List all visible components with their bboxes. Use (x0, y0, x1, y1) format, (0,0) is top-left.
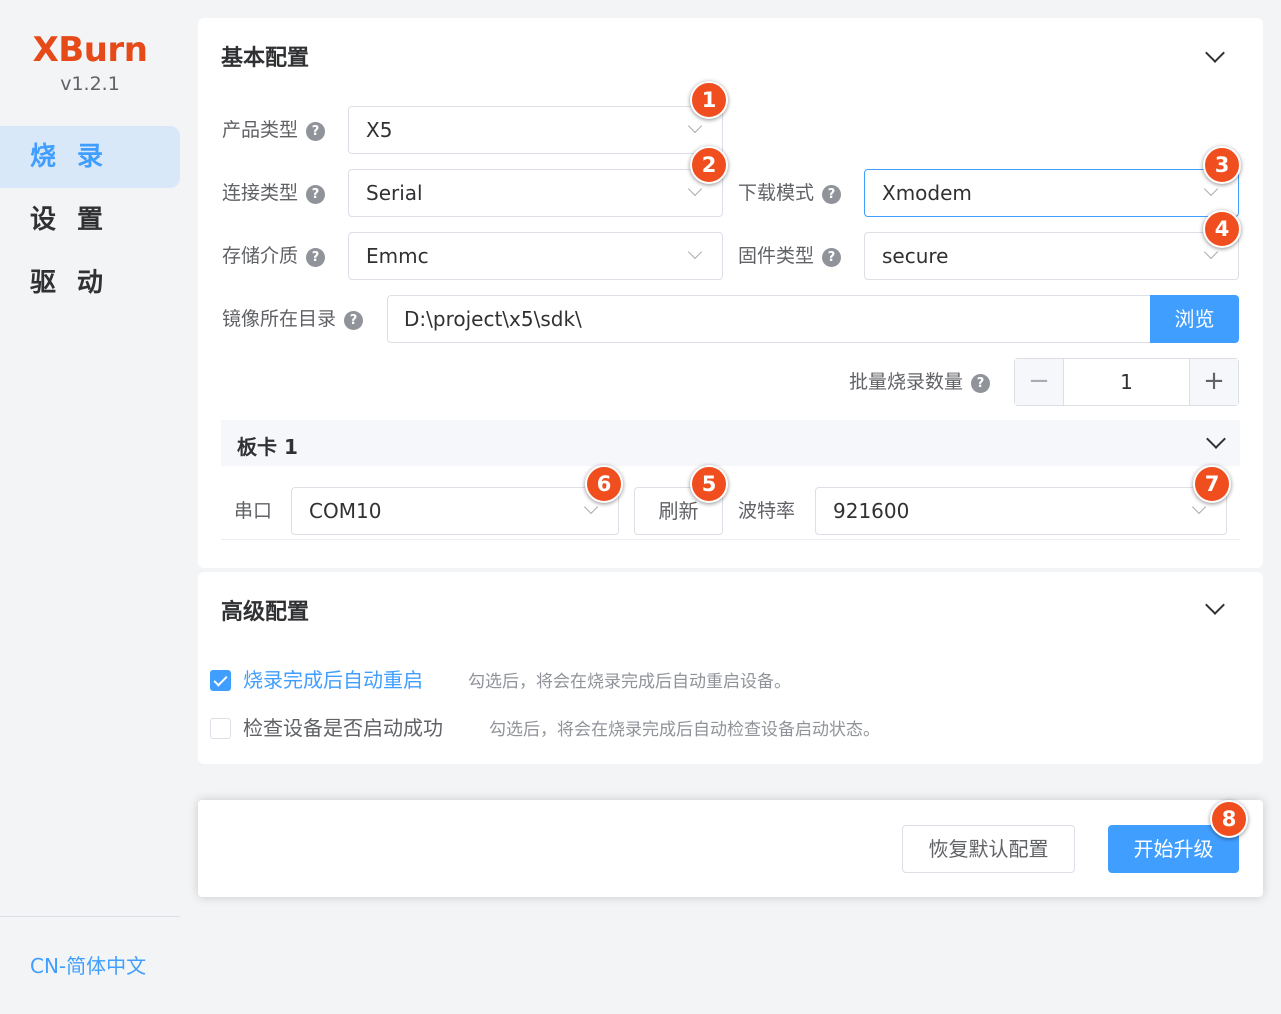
baud-rate-label: 波特率 (738, 500, 796, 522)
help-icon[interactable]: ? (306, 122, 326, 141)
help-icon[interactable]: ? (344, 311, 364, 330)
annotation-badge: 1 (690, 81, 728, 119)
product-type-label: 产品类型? (222, 117, 326, 143)
basic-config-title: 基本配置 (221, 46, 310, 71)
firmware-type-label: 固件类型? (738, 243, 842, 269)
download-mode-label: 下载模式? (738, 180, 842, 206)
collapse-chevron-icon[interactable] (1205, 595, 1225, 615)
browse-button[interactable]: 浏览 (1150, 295, 1239, 343)
language-switch[interactable]: CN-简体中文 (30, 952, 146, 980)
check-boot-checkbox[interactable] (210, 718, 231, 739)
collapse-chevron-icon[interactable] (1205, 43, 1225, 63)
sidebar-item-burn[interactable]: 烧 录 (0, 126, 180, 188)
help-icon[interactable]: ? (822, 185, 842, 204)
collapse-chevron-icon[interactable] (1206, 429, 1226, 449)
app-version: v1.2.1 (60, 73, 120, 95)
download-mode-select[interactable]: Xmodem (864, 169, 1239, 217)
help-icon[interactable]: ? (971, 374, 991, 393)
chevron-down-icon (583, 499, 599, 515)
help-icon[interactable]: ? (306, 185, 326, 204)
storage-select[interactable]: Emmc (348, 232, 723, 280)
chevron-down-icon (687, 244, 703, 260)
annotation-badge: 8 (1210, 800, 1248, 838)
sidebar-item-driver[interactable]: 驱 动 (0, 252, 180, 314)
serial-port-select[interactable]: COM10 (291, 487, 619, 535)
check-boot-label[interactable]: 检查设备是否启动成功 (243, 714, 443, 742)
board-title: 板卡 1 (237, 435, 298, 459)
sidebar: XBurn v1.2.1 烧 录 设 置 驱 动 CN-简体中文 (0, 0, 180, 1014)
annotation-badge: 5 (690, 465, 728, 503)
annotation-badge: 2 (690, 146, 728, 184)
sidebar-item-settings[interactable]: 设 置 (0, 189, 180, 251)
chevron-down-icon (1203, 181, 1219, 197)
increment-button[interactable]: + (1189, 359, 1238, 405)
storage-label: 存储介质? (222, 243, 326, 269)
batch-count-value[interactable]: 1 (1064, 359, 1189, 405)
check-boot-description: 勾选后，将会在烧录完成后自动检查设备启动状态。 (489, 720, 880, 740)
advanced-config-title: 高级配置 (221, 600, 310, 625)
decrement-button[interactable]: − (1015, 359, 1064, 405)
connection-type-select[interactable]: Serial (348, 169, 723, 217)
connection-type-label: 连接类型? (222, 180, 326, 206)
batch-count-label: 批量烧录数量? (849, 369, 991, 395)
reset-defaults-button[interactable]: 恢复默认配置 (902, 825, 1075, 873)
chevron-down-icon (687, 118, 703, 134)
baud-rate-select[interactable]: 921600 (815, 487, 1227, 535)
image-dir-input[interactable]: D:\project\x5\sdk\ (387, 295, 1151, 343)
auto-reboot-label[interactable]: 烧录完成后自动重启 (243, 666, 423, 694)
firmware-type-select[interactable]: secure (864, 232, 1239, 280)
serial-port-label: 串口 (234, 500, 273, 522)
annotation-badge: 7 (1193, 465, 1231, 503)
help-icon[interactable]: ? (306, 248, 326, 267)
chevron-down-icon (687, 181, 703, 197)
annotation-badge: 6 (585, 465, 623, 503)
annotation-badge: 3 (1203, 146, 1241, 184)
image-dir-label: 镜像所在目录? (222, 306, 364, 332)
annotation-badge: 4 (1203, 210, 1241, 248)
chevron-down-icon (1191, 499, 1207, 515)
help-icon[interactable]: ? (822, 248, 842, 267)
product-type-select[interactable]: X5 (348, 106, 723, 154)
app-logo: XBurn (32, 30, 148, 70)
sidebar-divider (0, 916, 180, 917)
board-header[interactable]: 板卡 1 (221, 420, 1240, 466)
action-bar (198, 800, 1263, 897)
batch-count-stepper[interactable]: − 1 + (1014, 358, 1239, 406)
auto-reboot-checkbox[interactable] (210, 670, 231, 691)
auto-reboot-description: 勾选后，将会在烧录完成后自动重启设备。 (468, 672, 791, 692)
